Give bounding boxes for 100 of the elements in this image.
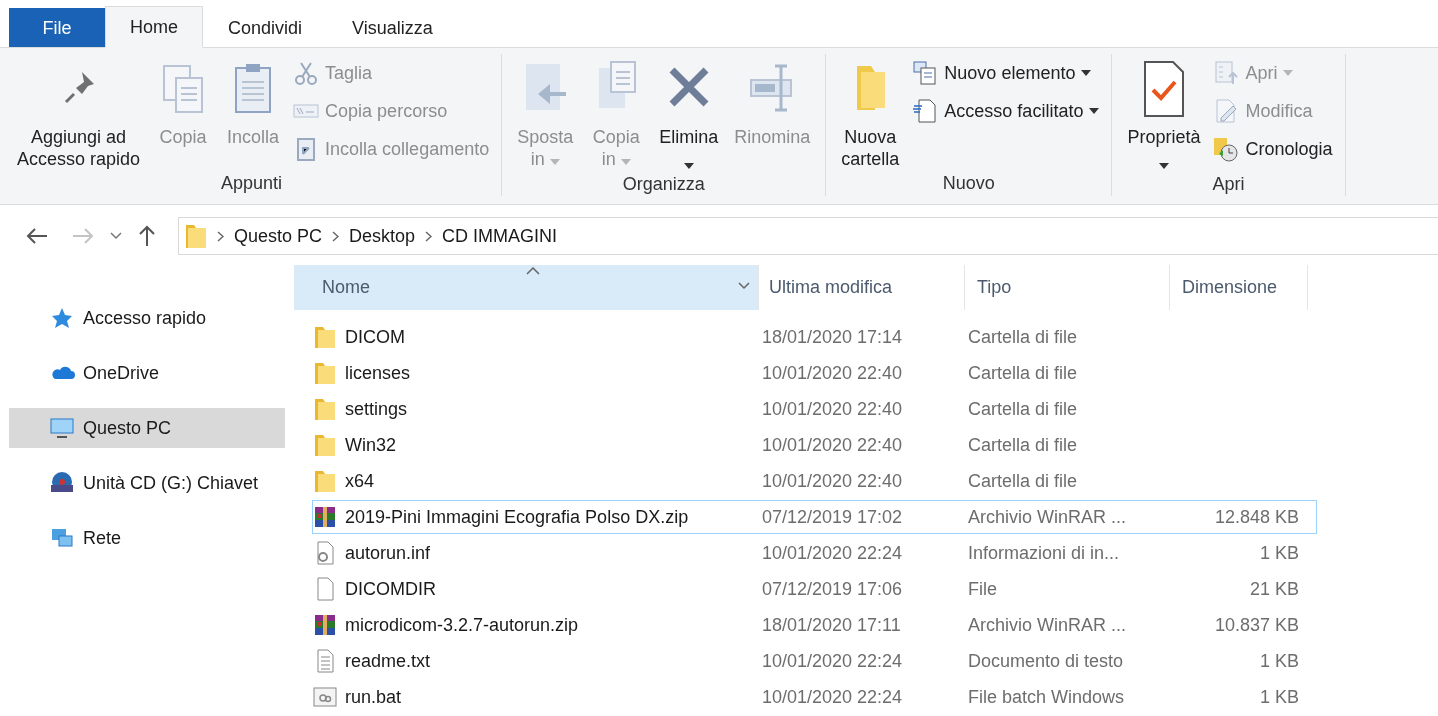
ribbon-button[interactable]: Aggiungi ad Accesso rapido (14, 54, 144, 173)
address-bar[interactable]: Questo PC Desktop CD IMMAGINI (178, 217, 1438, 255)
caret-icon (1158, 163, 1169, 169)
file-name: run.bat (345, 686, 402, 708)
file-row[interactable]: settings 10/01/2020 22:40 Cartella di file (312, 392, 1317, 426)
folder-icon (313, 468, 337, 494)
file-name: autorun.inf (345, 542, 431, 564)
computer-icon (49, 415, 75, 441)
column-header[interactable]: Tipo (965, 265, 1170, 310)
file-type: File batch Windows (968, 686, 1126, 708)
chevron-right-icon (332, 230, 340, 242)
back-icon[interactable] (26, 227, 48, 245)
column-header[interactable]: Ultima modifica (759, 265, 965, 310)
ribbon-button[interactable]: Accesso facilitato (912, 94, 1100, 128)
modified-date: 10/01/2020 22:40 (762, 398, 904, 420)
modified-date: 10/01/2020 22:24 (762, 650, 904, 672)
chevron-down-icon[interactable] (738, 282, 750, 290)
file-size: 1 KB (1258, 686, 1300, 708)
folder-icon (313, 432, 337, 458)
file-type: Cartella di file (968, 362, 1079, 384)
caret-icon (1283, 70, 1294, 76)
caret-icon (620, 159, 631, 165)
column-header[interactable]: Dimensione (1170, 265, 1308, 310)
file-type: Archivio WinRAR ... (968, 506, 1128, 528)
file-row[interactable]: autorun.inf 10/01/2020 22:24 Informazioni di in... 1 KB (312, 536, 1317, 570)
file-type: File (968, 578, 998, 600)
delete-icon (668, 66, 710, 108)
history-icon (1214, 138, 1238, 162)
file-row[interactable]: DICOM 18/01/2020 17:14 Cartella di file (312, 320, 1317, 354)
file-type: Archivio WinRAR ... (968, 614, 1128, 636)
ribbon-button[interactable]: Cronologia (1213, 132, 1333, 166)
modified-date: 07/12/2019 17:02 (762, 506, 904, 528)
archive-icon (313, 612, 337, 638)
file-name: Win32 (345, 434, 397, 456)
file-row[interactable]: Win32 10/01/2020 22:40 Cartella di file (312, 428, 1317, 462)
caret-icon (549, 159, 560, 165)
breadcrumb-item[interactable]: CD IMMAGINI (442, 225, 558, 247)
modified-date: 10/01/2020 22:24 (762, 686, 904, 708)
modified-date: 18/01/2020 17:14 (762, 326, 904, 348)
file-name: DICOMDIR (345, 578, 436, 600)
ribbon-button[interactable]: Proprietà (1124, 54, 1204, 174)
ribbon-tab[interactable]: Visualizza (327, 7, 458, 48)
caret-icon (683, 163, 694, 169)
ribbon-tab[interactable]: Home (105, 6, 203, 48)
modified-date: 10/01/2020 22:40 (762, 470, 904, 492)
file-type: Informazioni di in... (968, 542, 1121, 564)
group-label: Apri (1211, 174, 1246, 196)
caret-icon (1081, 70, 1092, 76)
copy-icon (163, 65, 204, 113)
properties-icon (1143, 61, 1184, 117)
sidebar-item[interactable]: Unità CD (G:) Chiavet (9, 463, 285, 503)
up-arrow-icon[interactable] (138, 225, 156, 247)
file-size: 10.837 KB (1213, 614, 1300, 636)
file-size: 1 KB (1258, 650, 1300, 672)
breadcrumb-item[interactable]: Desktop (349, 225, 416, 247)
rename-icon (750, 64, 793, 112)
sidebar-item[interactable]: Accesso rapido (9, 298, 285, 338)
file-row[interactable]: microdicom-3.2.7-autorun.zip 18/01/2020 17:11 Archivio WinRAR ... 10.837 KB (312, 608, 1317, 642)
sidebar-item[interactable]: OneDrive (9, 353, 285, 393)
file-type: Documento di testo (968, 650, 1125, 672)
group-label: Nuovo (941, 173, 996, 195)
file-row[interactable]: readme.txt 10/01/2020 22:24 Documento di testo 1 KB (312, 644, 1317, 678)
ribbon-button[interactable]: Elimina (656, 54, 722, 174)
file-name: 2019-Pini Immagini Ecografia Polso DX.zip (345, 506, 689, 528)
folder-icon (313, 360, 337, 386)
pin-icon (64, 72, 94, 104)
sidebar-item[interactable]: Questo PC (9, 408, 285, 448)
file-row[interactable]: run.bat 10/01/2020 22:24 File batch Windows 1 KB (312, 680, 1317, 714)
folder-icon (313, 324, 337, 350)
ribbon-tab[interactable]: File (9, 8, 105, 47)
modified-date: 18/01/2020 17:11 (762, 614, 902, 636)
document-icon (912, 99, 936, 123)
file-row[interactable]: licenses 10/01/2020 22:40 Cartella di file (312, 356, 1317, 390)
chevron-down-icon[interactable] (110, 232, 122, 240)
modified-date: 10/01/2020 22:40 (762, 434, 904, 456)
shortcut-icon (297, 138, 316, 161)
scissors-icon (295, 62, 318, 85)
file-name: settings (345, 398, 408, 420)
ribbon-button[interactable]: Nuovo elemento (912, 56, 1100, 90)
file-size: 21 KB (1248, 578, 1300, 600)
archive-icon (313, 504, 337, 530)
file-type: Cartella di file (968, 326, 1079, 348)
file-row[interactable]: DICOMDIR 07/12/2019 17:06 File 21 KB (312, 572, 1317, 606)
column-header[interactable]: Nome (294, 265, 759, 310)
group-label: Appunti (220, 173, 284, 195)
group-label: Organizza (621, 174, 706, 196)
ribbon-tab[interactable]: Condividi (203, 7, 328, 48)
folder-icon (185, 223, 207, 249)
file-type: Cartella di file (968, 434, 1079, 456)
file-row[interactable]: 2019-Pini Immagini Ecografia Polso DX.zip 07/12/2019 17:02 Archivio WinRAR ... 12.848 KB (312, 500, 1317, 534)
chevron-right-icon (217, 230, 224, 242)
file-name: DICOM (345, 326, 405, 348)
ribbon-button[interactable]: Nuova cartella (838, 54, 903, 173)
breadcrumb-item[interactable]: Questo PC (234, 225, 323, 247)
clipboard-icon (235, 64, 272, 113)
file-row[interactable]: x64 10/01/2020 22:40 Cartella di file (312, 464, 1317, 498)
modified-date: 10/01/2020 22:24 (762, 542, 904, 564)
file-size: 12.848 KB (1213, 506, 1300, 528)
sidebar-item[interactable]: Rete (9, 518, 285, 558)
caret-icon (1089, 108, 1100, 114)
